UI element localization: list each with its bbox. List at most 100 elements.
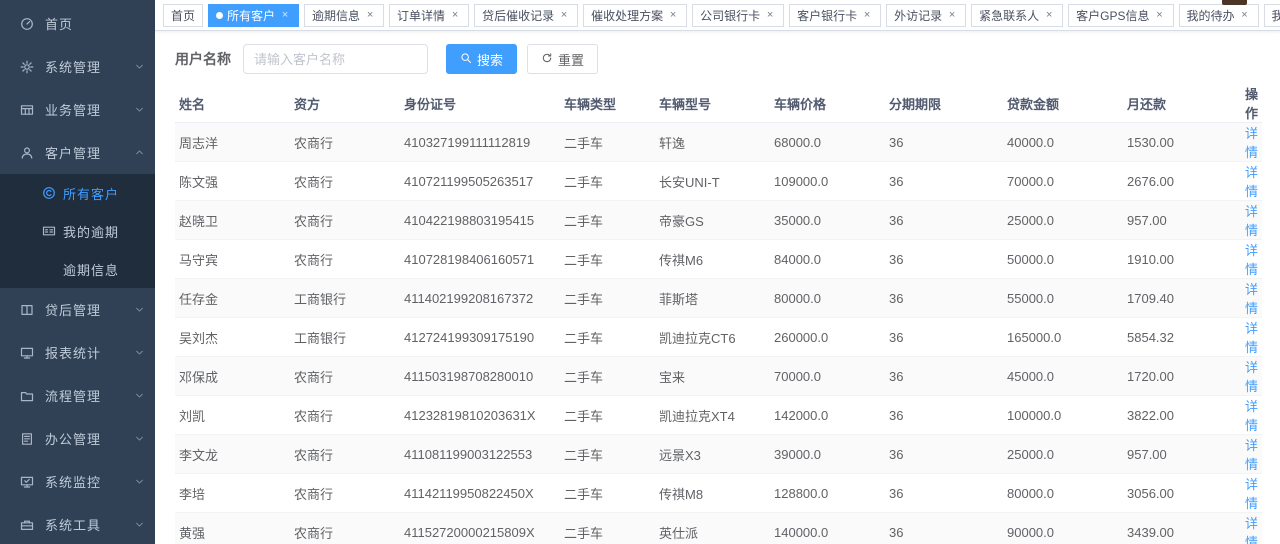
- cell-name: 李文龙: [175, 435, 290, 474]
- close-icon[interactable]: ×: [946, 9, 958, 21]
- detail-link[interactable]: 详情: [1245, 243, 1258, 277]
- chevron-down-icon: [134, 476, 145, 487]
- tab-客户GPS信息[interactable]: 客户GPS信息×: [1068, 4, 1173, 27]
- tab-我的待办[interactable]: 我的待办×: [1179, 4, 1259, 27]
- sidebar-item-report-statistics[interactable]: 报表统计: [0, 331, 155, 374]
- cell-installment-term: 36: [885, 201, 1003, 240]
- sidebar-item-overdue-info[interactable]: 逾期信息: [0, 250, 155, 288]
- cell-action: 详情: [1241, 396, 1262, 435]
- cell-name: 任存金: [175, 279, 290, 318]
- tab-首页[interactable]: 首页: [163, 4, 203, 27]
- detail-link[interactable]: 详情: [1245, 126, 1258, 160]
- cell-id-number: 411081199003122553: [400, 435, 560, 474]
- sidebar-item-all-customers[interactable]: 所有客户: [0, 174, 155, 212]
- sidebar-item-system-management[interactable]: 系统管理: [0, 45, 155, 88]
- tab-label: 贷后催收记录: [482, 7, 554, 24]
- sidebar-item-my-overdue[interactable]: 我的逾期: [0, 212, 155, 250]
- tab-催收处理方案[interactable]: 催收处理方案 ×: [583, 4, 687, 27]
- sidebar-item-customer-management[interactable]: 客户管理: [0, 131, 155, 174]
- detail-link[interactable]: 详情: [1245, 516, 1258, 544]
- close-icon[interactable]: ×: [667, 9, 679, 21]
- cell-vehicle-model: 英仕派: [655, 513, 770, 544]
- detail-link[interactable]: 详情: [1245, 165, 1258, 199]
- tab-label: 催收处理方案: [591, 7, 663, 24]
- sidebar-item-home[interactable]: 首页: [0, 2, 155, 45]
- detail-link[interactable]: 详情: [1245, 477, 1258, 511]
- sidebar-item-process-management[interactable]: 流程管理: [0, 374, 155, 417]
- tab-客户银行卡[interactable]: 客户银行卡 ×: [789, 4, 881, 27]
- tab-贷后催收记录[interactable]: 贷后催收记录 ×: [474, 4, 578, 27]
- close-icon[interactable]: ×: [279, 9, 291, 21]
- cell-name: 周志洋: [175, 123, 290, 162]
- chevron-down-icon: [134, 347, 145, 358]
- cell-funder: 工商银行: [290, 318, 400, 357]
- cell-vehicle-type: 二手车: [560, 240, 655, 279]
- detail-link[interactable]: 详情: [1245, 360, 1258, 394]
- close-icon[interactable]: ×: [558, 9, 570, 21]
- reset-button[interactable]: 重置: [527, 44, 598, 74]
- table-row: 刘凯农商行41232819810203631X二手车凯迪拉克XT4142000.…: [175, 396, 1262, 435]
- table-row: 黄强农商行41152720000215809X二手车英仕派140000.0369…: [175, 513, 1262, 544]
- sidebar-item-post-loan-management[interactable]: 贷后管理: [0, 288, 155, 331]
- close-icon[interactable]: ×: [1239, 9, 1251, 21]
- tab-label: 客户银行卡: [797, 7, 857, 24]
- detail-link[interactable]: 详情: [1245, 204, 1258, 238]
- cell-id-number: 41152720000215809X: [400, 513, 560, 544]
- chevron-down-icon: [134, 61, 145, 72]
- tab-紧急联系人[interactable]: 紧急联系人×: [971, 4, 1063, 27]
- avatar[interactable]: [1222, 0, 1247, 5]
- sidebar-item-office-management[interactable]: 办公管理: [0, 417, 155, 460]
- close-icon[interactable]: ×: [861, 9, 873, 21]
- table-row: 马守宾农商行410728198406160571二手车传祺M684000.036…: [175, 240, 1262, 279]
- close-icon[interactable]: ×: [1043, 9, 1055, 21]
- cell-funder: 农商行: [290, 201, 400, 240]
- detail-link[interactable]: 详情: [1245, 282, 1258, 316]
- column-header-id-number: 身份证号: [400, 84, 560, 123]
- cell-vehicle-price: 260000.0: [770, 318, 885, 357]
- tab-我的流程[interactable]: 我的流程×: [1264, 4, 1280, 27]
- sidebar-item-label: 贷后管理: [45, 300, 134, 319]
- sidebar-item-system-tools[interactable]: 系统工具: [0, 503, 155, 544]
- cell-id-number: 410728198406160571: [400, 240, 560, 279]
- close-icon[interactable]: ×: [449, 9, 461, 21]
- cell-monthly-payment: 1720.00: [1123, 357, 1241, 396]
- toolbox-icon: [20, 517, 35, 532]
- table-row: 陈文强农商行410721199505263517二手车长安UNI-T109000…: [175, 162, 1262, 201]
- cell-vehicle-model: 长安UNI-T: [655, 162, 770, 201]
- close-icon[interactable]: ×: [364, 9, 376, 21]
- cell-vehicle-price: 128800.0: [770, 474, 885, 513]
- close-icon[interactable]: ×: [1154, 9, 1166, 21]
- search-field-label: 用户名称: [175, 49, 231, 69]
- cell-vehicle-type: 二手车: [560, 513, 655, 544]
- search-button[interactable]: 搜索: [446, 44, 517, 74]
- sidebar-item-business-management[interactable]: 业务管理: [0, 88, 155, 131]
- tab-所有客户[interactable]: 所有客户×: [208, 4, 299, 27]
- folder-icon: [20, 388, 35, 403]
- customer-name-input[interactable]: [243, 44, 428, 74]
- detail-link[interactable]: 详情: [1245, 438, 1258, 472]
- cell-funder: 农商行: [290, 123, 400, 162]
- detail-link[interactable]: 详情: [1245, 321, 1258, 355]
- tab-label: 逾期信息: [312, 7, 360, 24]
- tab-外访记录[interactable]: 外访记录×: [886, 4, 966, 27]
- grid-icon: [20, 102, 35, 117]
- tab-订单详情[interactable]: 订单详情×: [389, 4, 469, 27]
- cell-funder: 工商银行: [290, 279, 400, 318]
- table-row: 任存金工商银行411402199208167372二手车菲斯塔80000.036…: [175, 279, 1262, 318]
- cell-monthly-payment: 5854.32: [1123, 318, 1241, 357]
- sidebar-item-system-monitor[interactable]: 系统监控: [0, 460, 155, 503]
- tab-公司银行卡[interactable]: 公司银行卡×: [692, 4, 784, 27]
- cell-vehicle-price: 140000.0: [770, 513, 885, 544]
- tab-逾期信息[interactable]: 逾期信息 ×: [304, 4, 384, 27]
- detail-link[interactable]: 详情: [1245, 399, 1258, 433]
- table-header-row: 姓名资方身份证号车辆类型车辆型号车辆价格分期期限贷款金额月还款操作: [175, 84, 1262, 123]
- cell-monthly-payment: 957.00: [1123, 201, 1241, 240]
- close-icon[interactable]: ×: [764, 9, 776, 21]
- cell-loan-amount: 25000.0: [1003, 435, 1123, 474]
- cell-id-number: 41232819810203631X: [400, 396, 560, 435]
- tab-label: 首页: [171, 7, 195, 24]
- cell-vehicle-type: 二手车: [560, 474, 655, 513]
- cell-loan-amount: 40000.0: [1003, 123, 1123, 162]
- sidebar-item-label: 业务管理: [45, 100, 134, 119]
- column-header-action: 操作: [1241, 84, 1262, 123]
